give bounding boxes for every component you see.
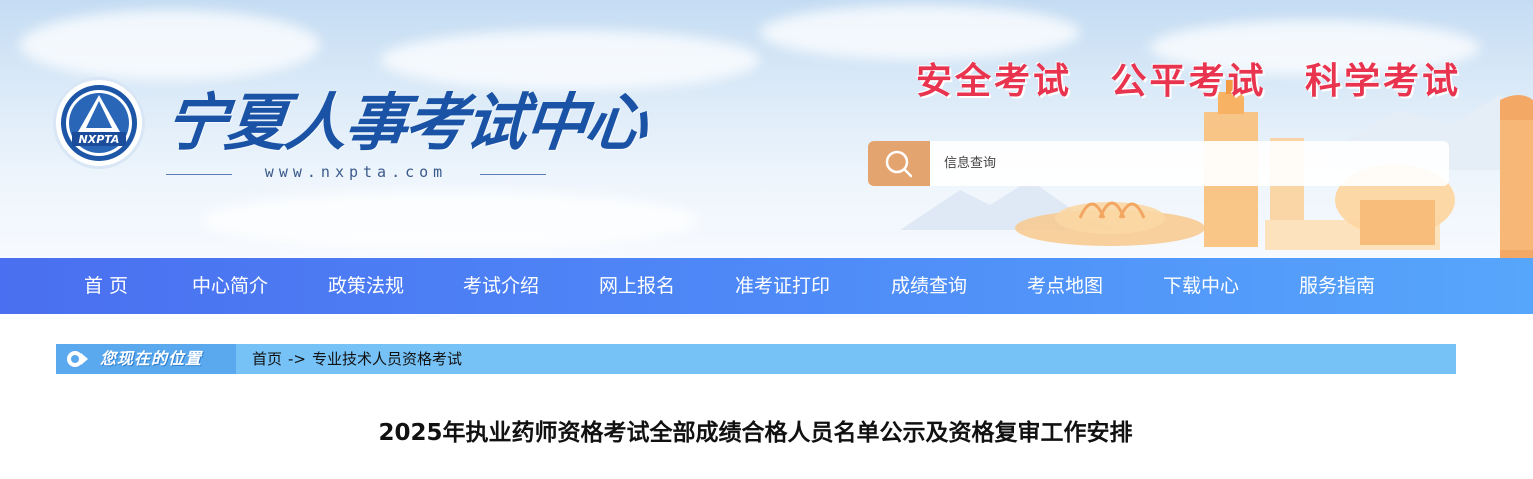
nav-item-home[interactable]: 首 页 <box>84 258 128 314</box>
site-url-row: www.nxpta.com <box>166 163 546 185</box>
search-input[interactable] <box>930 141 1449 186</box>
nav-item-registration[interactable]: 网上报名 <box>599 258 675 314</box>
breadcrumb: 您现在的位置 首页 -> 专业技术人员资格考试 <box>56 344 1456 374</box>
nav-item-exam-intro[interactable]: 考试介绍 <box>463 258 539 314</box>
slogan-science: 科学考试 <box>1304 61 1461 102</box>
breadcrumb-home-link[interactable]: 首页 <box>252 350 282 368</box>
search-icon <box>885 150 913 178</box>
location-arrow-icon <box>67 351 88 367</box>
divider <box>166 174 232 175</box>
breadcrumb-current-link[interactable]: 专业技术人员资格考试 <box>312 350 462 368</box>
breadcrumb-badge: 您现在的位置 <box>56 344 236 374</box>
main-nav: 首 页 中心简介 政策法规 考试介绍 网上报名 准考证打印 成绩查询 考点地图 … <box>0 258 1533 314</box>
svg-text:NXPTA: NXPTA <box>79 133 120 146</box>
nav-item-score-query[interactable]: 成绩查询 <box>891 258 967 314</box>
site-title: 宁夏人事考试中心 <box>161 86 650 159</box>
nav-item-venue-map[interactable]: 考点地图 <box>1027 258 1103 314</box>
article-title: 2025年执业药师资格考试全部成绩合格人员名单公示及资格复审工作安排 <box>378 420 1133 446</box>
nav-item-about[interactable]: 中心简介 <box>192 258 268 314</box>
site-logo[interactable]: NXPTA <box>56 80 142 166</box>
site-header: NXPTA 宁夏人事考试中心 www.nxpta.com 安全考试 公平考试 科… <box>0 0 1533 258</box>
nav-item-admission-print[interactable]: 准考证打印 <box>735 258 830 314</box>
search-box <box>868 141 1449 186</box>
slogan-safe: 安全考试 <box>916 61 1073 102</box>
logo-emblem-icon: NXPTA <box>61 85 137 161</box>
search-button[interactable] <box>868 141 930 186</box>
breadcrumb-path: 首页 -> 专业技术人员资格考试 <box>252 344 462 374</box>
breadcrumb-separator: -> <box>288 350 306 368</box>
breadcrumb-label: 您现在的位置 <box>100 349 203 368</box>
divider <box>480 174 546 175</box>
slogan-fair: 公平考试 <box>1110 61 1267 102</box>
site-url: www.nxpta.com <box>264 163 448 181</box>
nav-item-policy[interactable]: 政策法规 <box>328 258 404 314</box>
nav-item-downloads[interactable]: 下载中心 <box>1163 258 1239 314</box>
nav-item-service-guide[interactable]: 服务指南 <box>1299 258 1375 314</box>
slogans: 安全考试 公平考试 科学考试 <box>916 52 1461 102</box>
